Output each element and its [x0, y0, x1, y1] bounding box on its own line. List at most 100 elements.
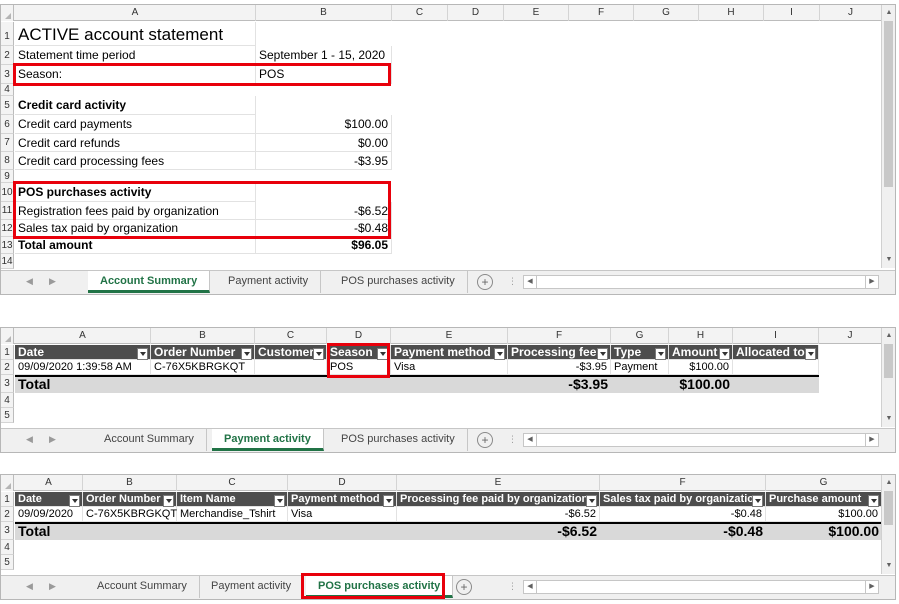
triangle-left-icon[interactable]: ◀ [26, 276, 33, 287]
filter-dropdown-icon[interactable] [163, 495, 174, 507]
column-header-c[interactable]: C [255, 328, 327, 344]
table-cell[interactable]: $100.00 [766, 507, 882, 522]
table-header-payment-method[interactable]: Payment method [288, 492, 397, 507]
scroll-right-icon[interactable]: ▶ [865, 276, 878, 288]
row-header[interactable]: 11 [1, 202, 14, 220]
table-header-order-number[interactable]: Order Number [83, 492, 177, 507]
horizontal-scrollbar[interactable]: ◀ ▶ [523, 433, 879, 447]
splitter-dots-icon[interactable]: ⋮ [508, 581, 517, 592]
select-all-corner[interactable] [1, 5, 14, 21]
table-header-item-name[interactable]: Item Name [177, 492, 288, 507]
column-header-e[interactable]: E [397, 475, 600, 491]
table-cell[interactable]: C-76X5KBRGKQT [151, 360, 255, 375]
tab-payment-activity[interactable]: Payment activity [212, 429, 324, 451]
scroll-down-icon[interactable]: ▼ [882, 560, 895, 572]
cell-value[interactable]: POS [256, 65, 392, 84]
column-header-i[interactable]: I [764, 5, 820, 21]
table-cell[interactable]: C-76X5KBRGKQT [83, 507, 177, 522]
row-header[interactable]: 2 [1, 360, 14, 375]
column-header-j[interactable]: J [819, 328, 882, 344]
table-header-type[interactable]: Type [611, 345, 669, 360]
table-header-order-number[interactable]: Order Number [151, 345, 255, 360]
row-header[interactable]: 10 [1, 183, 14, 202]
filter-dropdown-icon[interactable] [377, 348, 388, 360]
table-header-sales-tax[interactable]: Sales tax paid by organization [600, 492, 766, 507]
row-header[interactable]: 13 [1, 237, 14, 254]
cell-label[interactable]: Credit card refunds [15, 134, 256, 152]
cell-label[interactable]: Credit card payments [15, 115, 256, 134]
row-header[interactable]: 12 [1, 220, 14, 237]
table-cell[interactable]: Visa [391, 360, 508, 375]
table-cell[interactable]: 09/09/2020 1:39:58 AM [15, 360, 151, 375]
row-header[interactable]: 1 [1, 345, 14, 360]
scroll-left-icon[interactable]: ◀ [524, 434, 537, 446]
cell-value[interactable]: -$0.48 [256, 220, 392, 237]
vertical-scrollbar[interactable]: ▲ ▼ [881, 475, 895, 574]
scroll-left-icon[interactable]: ◀ [524, 276, 537, 288]
column-header-f[interactable]: F [508, 328, 611, 344]
row-header[interactable]: 5 [1, 408, 14, 423]
splitter-dots-icon[interactable]: ⋮ [508, 276, 517, 287]
table-header-season[interactable]: Season [327, 345, 391, 360]
triangle-left-icon[interactable]: ◀ [26, 581, 33, 592]
row-header[interactable]: 3 [1, 65, 14, 84]
table-header-processing-fee[interactable]: Processing fee [508, 345, 611, 360]
row-header[interactable]: 1 [1, 22, 14, 46]
filter-dropdown-icon[interactable] [274, 495, 285, 507]
table-cell[interactable]: $100.00 [669, 360, 733, 375]
vertical-scrollbar[interactable]: ▲ ▼ [881, 328, 895, 427]
column-header-f[interactable]: F [600, 475, 766, 491]
filter-dropdown-icon[interactable] [241, 348, 252, 360]
column-header-d[interactable]: D [327, 328, 391, 344]
total-amount[interactable]: $100.00 [669, 375, 733, 393]
scroll-right-icon[interactable]: ▶ [865, 581, 878, 593]
scroll-left-icon[interactable]: ◀ [524, 581, 537, 593]
tab-pos-purchases-activity[interactable]: POS purchases activity [306, 576, 454, 598]
table-cell[interactable]: Visa [288, 507, 397, 522]
column-header-g[interactable]: G [611, 328, 669, 344]
scrollbar-thumb[interactable] [884, 21, 893, 187]
scroll-up-icon[interactable]: ▲ [882, 330, 895, 342]
scroll-down-icon[interactable]: ▼ [882, 254, 895, 266]
plus-circle-icon[interactable]: + [477, 432, 493, 448]
total-amount-label[interactable]: Total amount [15, 237, 256, 254]
triangle-right-icon[interactable]: ▶ [49, 581, 56, 592]
tab-account-summary[interactable]: Account Summary [85, 576, 200, 598]
cell-value[interactable]: September 1 - 15, 2020 [256, 46, 392, 65]
scroll-down-icon[interactable]: ▼ [882, 413, 895, 425]
total-sales-tax[interactable]: -$0.48 [600, 522, 766, 540]
triangle-right-icon[interactable]: ▶ [49, 434, 56, 445]
total-processing-fee[interactable]: -$3.95 [508, 375, 611, 393]
triangle-left-icon[interactable]: ◀ [26, 434, 33, 445]
cell-value[interactable]: -$3.95 [256, 152, 392, 170]
column-header-h[interactable]: H [699, 5, 764, 21]
vertical-scrollbar[interactable]: ▲ ▼ [881, 5, 895, 268]
row-header[interactable]: 4 [1, 393, 14, 408]
row-header[interactable]: 6 [1, 115, 14, 134]
column-header-c[interactable]: C [392, 5, 448, 21]
row-header[interactable]: 4 [1, 84, 14, 96]
column-header-a[interactable]: A [15, 328, 151, 344]
table-cell[interactable]: Merchandise_Tshirt [177, 507, 288, 522]
scroll-up-icon[interactable]: ▲ [882, 7, 895, 19]
table-cell[interactable]: -$0.48 [600, 507, 766, 522]
cell-label[interactable]: Statement time period [15, 46, 256, 65]
filter-dropdown-icon[interactable] [69, 495, 80, 507]
column-header-d[interactable]: D [448, 5, 504, 21]
horizontal-scrollbar[interactable]: ◀ ▶ [523, 580, 879, 594]
splitter-dots-icon[interactable]: ⋮ [508, 434, 517, 445]
row-header[interactable]: 8 [1, 152, 14, 170]
column-header-f[interactable]: F [569, 5, 634, 21]
row-header[interactable]: 4 [1, 540, 14, 555]
scrollbar-thumb[interactable] [884, 491, 893, 525]
table-header-date[interactable]: Date [15, 345, 151, 360]
select-all-corner[interactable] [1, 475, 14, 491]
table-cell[interactable]: POS [327, 360, 391, 375]
filter-dropdown-icon[interactable] [868, 495, 879, 507]
tab-pos-purchases-activity[interactable]: POS purchases activity [329, 429, 468, 451]
row-header[interactable]: 5 [1, 555, 14, 570]
select-all-corner[interactable] [1, 328, 14, 344]
tab-payment-activity[interactable]: Payment activity [199, 576, 305, 598]
tab-account-summary[interactable]: Account Summary [92, 429, 207, 451]
horizontal-scrollbar[interactable]: ◀ ▶ [523, 275, 879, 289]
